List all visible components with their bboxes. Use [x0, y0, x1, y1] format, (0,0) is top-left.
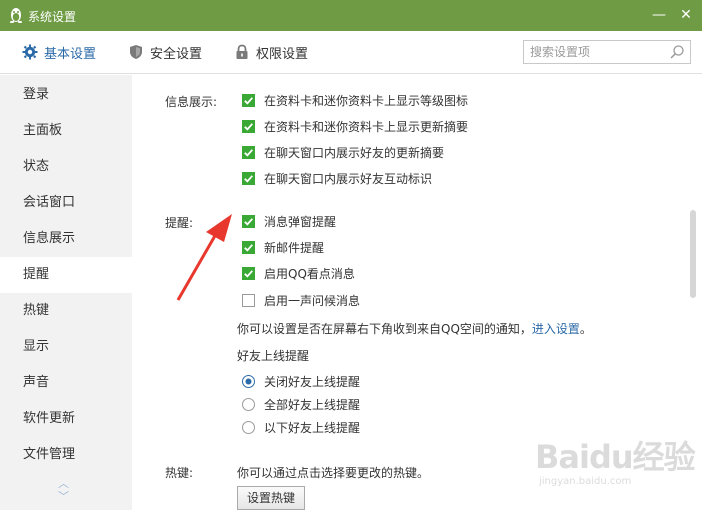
title-bar: 系统设置 — ✕: [0, 0, 702, 31]
tab-label: 基本设置: [44, 46, 97, 62]
option-label: 在资料卡和迷你资料卡上显示等级图标: [264, 93, 469, 108]
sidebar-item-hotkey[interactable]: 热键: [0, 293, 132, 329]
minimize-button[interactable]: —: [648, 4, 670, 26]
settings-sidebar: 登录 主面板 状态 会话窗口 信息展示 提醒 热键 显示 声音 软件更新 文件管…: [0, 75, 132, 510]
gear-icon: [22, 44, 38, 60]
info-option-update-summary[interactable]: 在资料卡和迷你资料卡上显示更新摘要: [242, 117, 468, 135]
note-text: 你可以设置是否在屏幕右下角收到来自QQ空间的通知，: [237, 322, 532, 336]
watermark-text: Baidu经验: [535, 438, 696, 476]
sidebar-item-chat-window[interactable]: 会话窗口: [0, 185, 132, 221]
sidebar-scroll-arrows: ︿ ﹀: [58, 477, 69, 503]
sidebar-item-software-update[interactable]: 软件更新: [0, 401, 132, 437]
friend-online-option-selected[interactable]: 以下好友上线提醒: [242, 418, 360, 436]
sidebar-item-main-panel[interactable]: 主面板: [0, 113, 132, 149]
qq-penguin-icon: [10, 8, 22, 23]
sidebar-item-sound[interactable]: 声音: [0, 365, 132, 401]
reminder-option-greeting[interactable]: 启用一声问候消息: [242, 291, 360, 309]
checkbox-checked-icon[interactable]: [242, 145, 255, 159]
tab-basic-settings[interactable]: 基本设置: [22, 42, 96, 62]
window-title: 系统设置: [28, 10, 77, 24]
friend-online-option-all[interactable]: 全部好友上线提醒: [242, 395, 360, 413]
info-option-level-icon[interactable]: 在资料卡和迷你资料卡上显示等级图标: [242, 91, 468, 109]
radio-selected-icon[interactable]: [242, 374, 255, 388]
content-scrollbar[interactable]: [690, 210, 696, 298]
tab-security-settings[interactable]: 安全设置: [128, 42, 202, 62]
close-button[interactable]: ✕: [675, 4, 697, 26]
sidebar-scroll-down-icon[interactable]: ﹀: [58, 490, 69, 503]
tab-label: 安全设置: [150, 46, 203, 62]
checkbox-checked-icon[interactable]: [242, 171, 255, 185]
note-end: 。: [579, 322, 592, 336]
tab-label: 权限设置: [256, 46, 309, 62]
checkbox-checked-icon[interactable]: [242, 266, 255, 280]
checkbox-checked-icon[interactable]: [242, 240, 255, 254]
friend-online-title: 好友上线提醒: [237, 349, 310, 363]
radio-unselected-icon[interactable]: [242, 420, 255, 434]
radio-unselected-icon[interactable]: [242, 397, 255, 411]
shield-icon: [130, 45, 142, 59]
qzone-notification-note: 你可以设置是否在屏幕右下角收到来自QQ空间的通知，进入设置。: [237, 320, 592, 337]
sidebar-item-login[interactable]: 登录: [0, 77, 132, 113]
enter-settings-link[interactable]: 进入设置: [532, 322, 580, 336]
checkbox-checked-icon[interactable]: [242, 119, 255, 133]
option-label: 在资料卡和迷你资料卡上显示更新摘要: [264, 119, 469, 134]
option-label: 新邮件提醒: [264, 240, 325, 255]
sidebar-scroll-up-icon[interactable]: ︿: [58, 477, 69, 490]
info-option-interaction-mark[interactable]: 在聊天窗口内展示好友互动标识: [242, 169, 432, 187]
checkbox-checked-icon[interactable]: [242, 93, 255, 107]
option-label: 关闭好友上线提醒: [264, 374, 361, 389]
option-label: 以下好友上线提醒: [264, 420, 361, 435]
option-label: 在聊天窗口内展示好友的更新摘要: [264, 145, 445, 160]
checkbox-checked-icon[interactable]: [242, 214, 255, 228]
option-label: 消息弹窗提醒: [264, 214, 337, 229]
reminder-option-new-mail[interactable]: 新邮件提醒: [242, 238, 324, 256]
reminder-option-qq-kandian[interactable]: 启用QQ看点消息: [242, 264, 355, 282]
option-label: 启用一声问候消息: [264, 293, 361, 308]
settings-tab-bar: 基本设置 安全设置 权限设置: [0, 31, 702, 74]
annotation-arrow-icon: [176, 214, 232, 301]
sidebar-item-reminder[interactable]: 提醒: [0, 257, 132, 293]
search-icon[interactable]: [669, 44, 685, 60]
sidebar-item-display[interactable]: 显示: [0, 329, 132, 365]
sidebar-item-info-display[interactable]: 信息展示: [0, 221, 132, 257]
watermark-sub: jingyan.baidu.com: [539, 476, 632, 487]
info-display-label: 信息展示:: [165, 95, 218, 109]
info-option-chat-update-summary[interactable]: 在聊天窗口内展示好友的更新摘要: [242, 143, 444, 161]
lock-icon: [236, 44, 248, 59]
tab-permission-settings[interactable]: 权限设置: [234, 42, 308, 62]
hotkey-label: 热键:: [165, 466, 194, 480]
sidebar-item-status[interactable]: 状态: [0, 149, 132, 185]
search-input[interactable]: [530, 44, 660, 60]
reminder-option-popup[interactable]: 消息弹窗提醒: [242, 212, 336, 230]
friend-online-option-off[interactable]: 关闭好友上线提醒: [242, 372, 360, 390]
set-hotkey-button[interactable]: 设置热键: [237, 486, 306, 510]
sidebar-item-file-management[interactable]: 文件管理: [0, 437, 132, 473]
hotkey-note: 你可以通过点击选择要更改的热键。: [237, 466, 430, 480]
baidu-watermark: Baidu经验 jingyan.baidu.com: [535, 432, 696, 502]
settings-search-box[interactable]: [523, 40, 691, 64]
option-label: 全部好友上线提醒: [264, 397, 361, 412]
option-label: 在聊天窗口内展示好友互动标识: [264, 171, 433, 186]
option-label: 启用QQ看点消息: [264, 266, 355, 281]
checkbox-unchecked-icon[interactable]: [242, 293, 255, 307]
